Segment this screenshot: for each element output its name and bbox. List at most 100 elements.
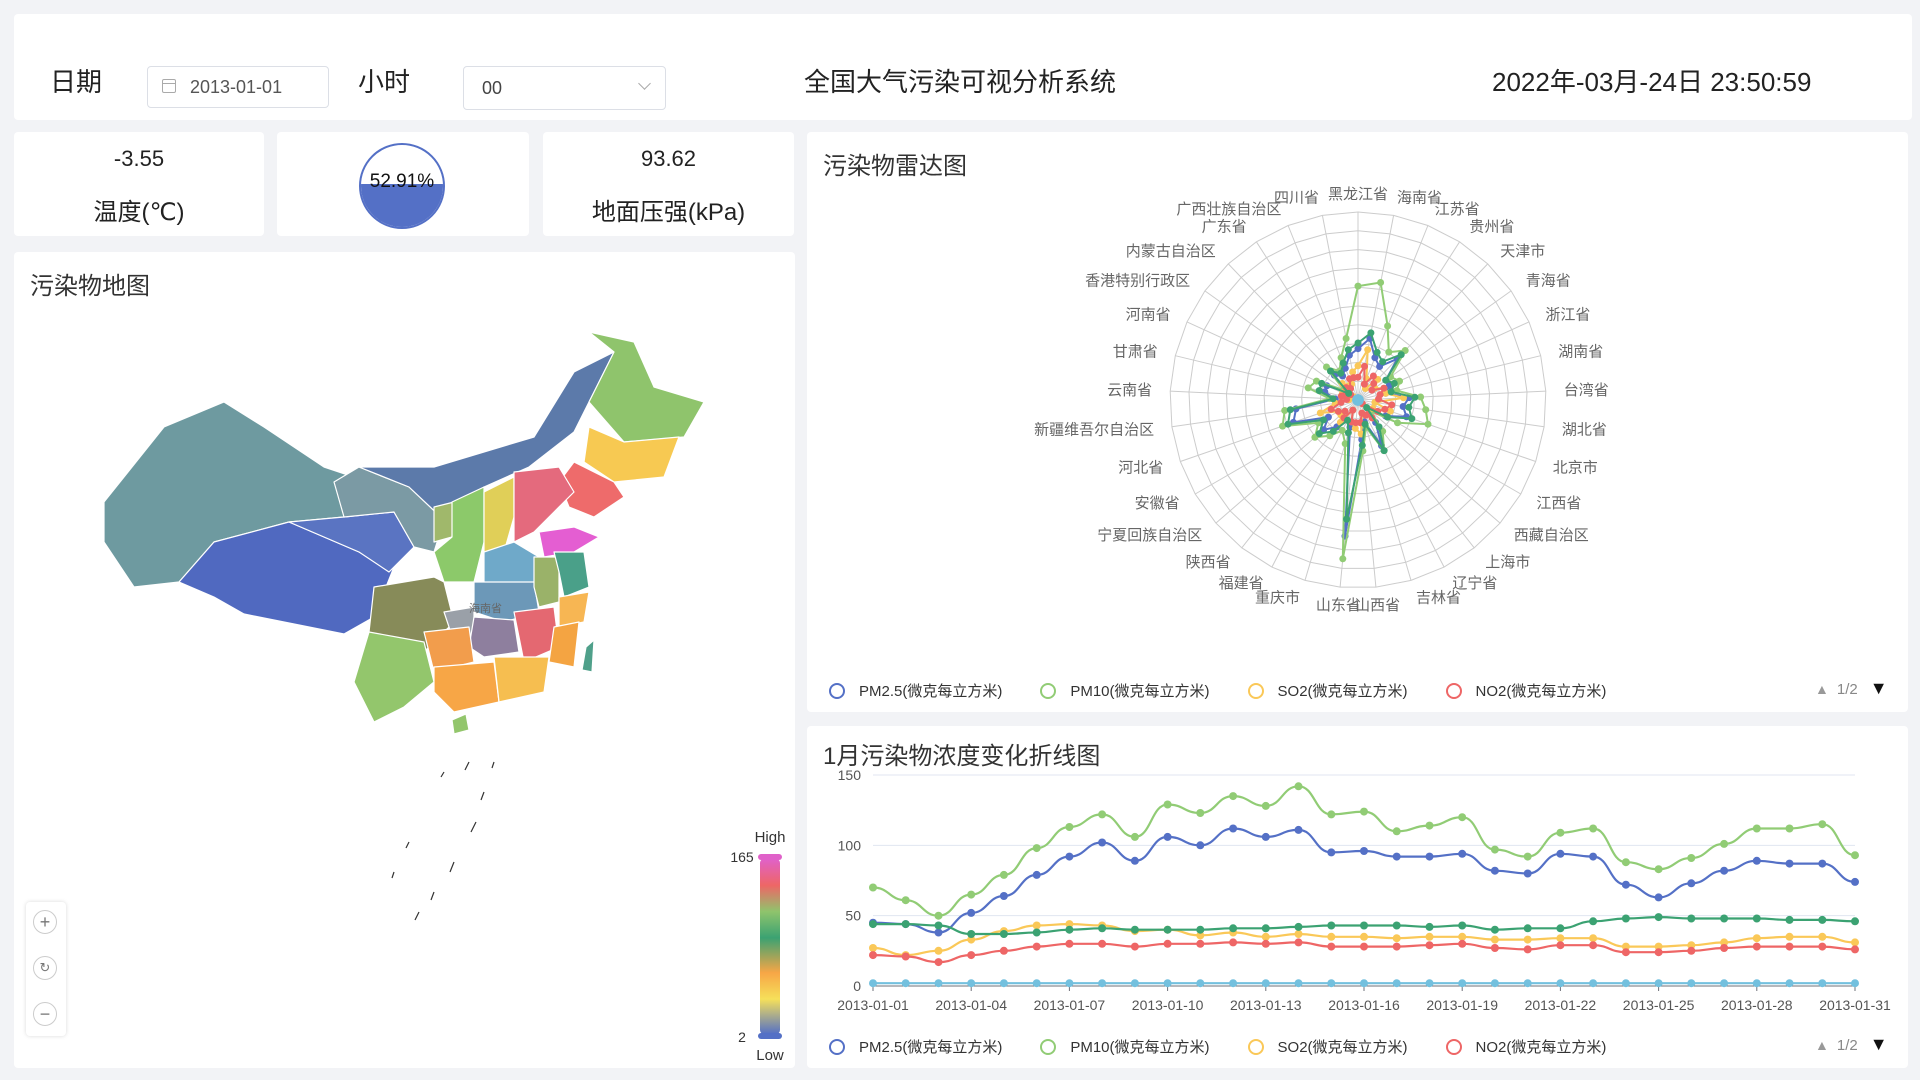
page-up-icon[interactable]: ▲ [1815, 1037, 1829, 1053]
radar-point [1341, 407, 1349, 415]
line-point [1818, 942, 1827, 951]
line-point [1556, 924, 1565, 933]
legend-item-pm10[interactable]: PM10(微克每立方米) [1040, 680, 1210, 701]
line-chart[interactable]: 0 50 100 150 2013-01-01 2013-01-04 2013-01-07 2… [807, 726, 1908, 1032]
line-point [1752, 934, 1761, 943]
temperature-value: -3.55 [113, 146, 165, 171]
radar-point [1360, 380, 1368, 388]
line-point [967, 979, 976, 988]
line-point [869, 883, 877, 892]
line-point [1360, 932, 1368, 941]
page-up-icon[interactable]: ▲ [1815, 681, 1829, 697]
line-point [1523, 945, 1532, 954]
radar-indicator-label: 广东省 [1202, 219, 1247, 236]
line-point [967, 951, 976, 960]
line-point [1360, 807, 1368, 816]
temperature-label: 温度(℃) [93, 199, 185, 226]
line-point [1098, 979, 1107, 988]
line-point [1589, 917, 1598, 926]
line-point [1785, 942, 1794, 951]
line-point [1720, 839, 1729, 848]
radar-point [1370, 380, 1378, 387]
line-point [967, 908, 976, 917]
region-hainan [451, 713, 470, 735]
temperature-card: -3.55 温度(℃) [14, 132, 264, 236]
y-tick-label: 100 [838, 837, 862, 853]
line-point [1851, 877, 1859, 886]
legend-item-so2[interactable]: SO2(微克每立方米) [1247, 680, 1408, 701]
legend-label: NO2(微克每立方米) [1475, 683, 1607, 700]
region-heilongjiang [588, 331, 705, 443]
line-point [1425, 922, 1434, 931]
line-point [1851, 917, 1859, 926]
radar-indicator-label: 台湾省 [1564, 382, 1609, 399]
line-point [1621, 914, 1630, 923]
line-grid: 0 50 100 150 2013-01-01 2013-01-04 2013-01-07 2… [837, 767, 1891, 1013]
line-point [1425, 941, 1434, 950]
radar-point [1304, 384, 1312, 392]
line-point [1065, 852, 1074, 861]
zoom-in-icon[interactable]: + [33, 910, 57, 934]
hour-select[interactable]: 00 [463, 66, 666, 110]
line-point [1785, 915, 1794, 924]
line-point [1065, 925, 1074, 934]
page-down-icon[interactable]: ▼ [1870, 678, 1888, 698]
legend-marker [1445, 682, 1462, 699]
line-point [901, 896, 910, 905]
line-point [1490, 925, 1499, 934]
page-down-icon[interactable]: ▼ [1870, 1034, 1888, 1054]
line-point [1425, 821, 1434, 830]
legend-item-pm25[interactable]: PM2.5(微克每立方米) [829, 680, 1002, 701]
visual-map-bar[interactable] [760, 859, 780, 1034]
y-tick-label: 50 [845, 908, 861, 924]
legend-item-so2[interactable]: SO2(微克每立方米) [1247, 1036, 1408, 1057]
radar-point [1344, 416, 1352, 424]
zoom-out-icon[interactable]: − [33, 1002, 57, 1026]
line-point [1785, 824, 1794, 833]
radar-point [1380, 384, 1388, 392]
line-point [1065, 939, 1074, 948]
line-point [1294, 825, 1303, 834]
radar-point [1316, 409, 1324, 417]
radar-point [1344, 429, 1352, 437]
radar-point [1382, 376, 1390, 384]
line-point [1294, 782, 1303, 791]
line-point [1589, 824, 1598, 833]
line-point [1654, 979, 1663, 988]
x-tick-label: 2013-01-01 [837, 997, 909, 1013]
visual-map-handle-high[interactable] [758, 854, 782, 860]
china-map[interactable]: 海南省 High Low 165 2 [14, 252, 795, 1068]
legend-item-no2[interactable]: NO2(微克每立方米) [1445, 1036, 1606, 1057]
line-point [1458, 932, 1467, 941]
radar-point [1384, 322, 1392, 330]
map-panel: 污染物地图 海南省 High Low 165 2 + ↻ − [14, 252, 795, 1068]
line-point [1229, 924, 1238, 933]
radar-point [1388, 401, 1396, 409]
line-point [1490, 866, 1499, 875]
line-point [1458, 813, 1467, 822]
reset-icon[interactable]: ↻ [33, 956, 57, 980]
line-point [1720, 944, 1729, 952]
line-point [1229, 824, 1238, 833]
radar-point [1405, 403, 1413, 411]
legend-item-pm25[interactable]: PM2.5(微克每立方米) [829, 1036, 1002, 1057]
radar-indicator-label: 湖北省 [1562, 421, 1607, 438]
line-point [1752, 979, 1761, 988]
line-point [934, 911, 943, 920]
radar-point [1373, 348, 1381, 356]
line-legend: PM2.5(微克每立方米) PM10(微克每立方米) SO2(微克每立方米) N… [829, 1036, 1644, 1057]
legend-item-no2[interactable]: NO2(微克每立方米) [1445, 680, 1607, 701]
line-point [1752, 942, 1761, 951]
radar-chart[interactable]: 黑龙江省 海南省江苏省贵州省天津市青海省浙江省湖南省台湾省湖北省北京市江西省西藏自… [807, 132, 1908, 672]
radar-point [1327, 367, 1334, 375]
line-point [1818, 915, 1827, 924]
visual-map-handle-low[interactable] [758, 1033, 782, 1039]
line-point [1621, 858, 1630, 867]
date-picker[interactable]: 2013-01-01 [147, 66, 329, 108]
line-point [1589, 979, 1598, 988]
line-point [1523, 979, 1532, 988]
x-tick-label: 2013-01-19 [1426, 997, 1498, 1013]
x-tick-label: 2013-01-04 [935, 997, 1007, 1013]
line-point [1392, 852, 1401, 861]
legend-item-pm10[interactable]: PM10(微克每立方米) [1040, 1036, 1210, 1057]
